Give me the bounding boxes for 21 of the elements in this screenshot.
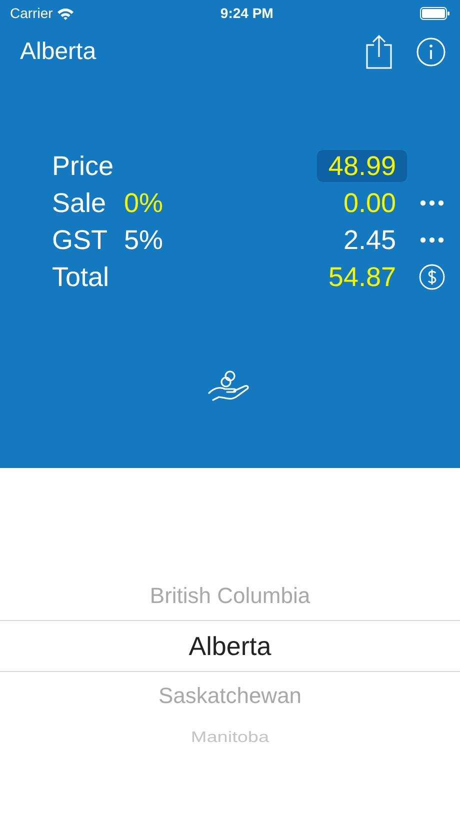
amount-value: 54.87	[327, 261, 397, 294]
more-icon[interactable]	[420, 237, 444, 244]
row-label: Price	[52, 150, 115, 183]
price-field[interactable]: 48.99	[317, 150, 407, 182]
battery-icon	[420, 7, 450, 20]
more-icon[interactable]	[420, 200, 444, 206]
info-icon[interactable]	[416, 37, 446, 67]
picker-item[interactable]: Saskatchewan	[0, 672, 460, 720]
status-time: 9:24 PM	[220, 4, 274, 23]
carrier-label: Carrier	[10, 4, 53, 23]
row-label: Total	[52, 261, 110, 294]
dollar-icon[interactable]	[419, 264, 445, 290]
amount-value: 2.45	[342, 224, 397, 256]
wifi-icon	[56, 8, 74, 20]
picker-item[interactable]: Alberta	[0, 620, 460, 672]
row-label: GST	[52, 224, 109, 257]
amount-value: 0.00	[342, 187, 397, 220]
share-icon[interactable]	[366, 35, 392, 69]
picker-item[interactable]: British Columbia	[0, 572, 460, 620]
province-title: Alberta	[20, 37, 98, 67]
row-label: Sale	[52, 187, 108, 220]
